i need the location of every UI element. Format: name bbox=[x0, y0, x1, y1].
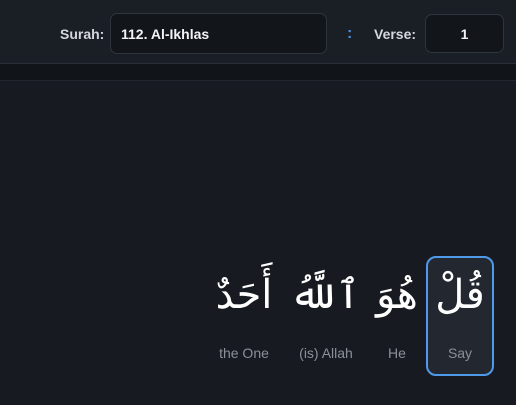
surah-verse-separator: : bbox=[347, 25, 353, 42]
word-card-say[interactable]: قُلْ Say bbox=[426, 256, 494, 376]
verse-input[interactable]: 1 bbox=[425, 14, 504, 53]
word-translation: He bbox=[388, 345, 406, 361]
page: Surah: 112. Al-Ikhlas : Verse: 1 قُلْ Sa… bbox=[0, 0, 516, 405]
verse-label: Verse: bbox=[374, 26, 417, 42]
word-translation: Say bbox=[447, 345, 473, 361]
word-arabic: ٱللَّهُ bbox=[289, 272, 360, 318]
word-arabic: أَحَدٌ bbox=[215, 272, 273, 318]
surah-select-value: 112. Al-Ikhlas bbox=[121, 25, 210, 42]
word-translation: (is) Allah bbox=[299, 345, 353, 361]
word-arabic: قُلْ bbox=[435, 272, 485, 318]
surah-label: Surah: bbox=[60, 26, 105, 42]
word-card-allah[interactable]: ٱللَّهُ (is) Allah bbox=[289, 256, 360, 376]
word-card-the-one[interactable]: أَحَدٌ the One bbox=[210, 256, 278, 376]
verse-input-value: 1 bbox=[460, 25, 469, 42]
surah-select[interactable]: 112. Al-Ikhlas bbox=[110, 13, 327, 54]
word-card-he[interactable]: هُوَ He bbox=[370, 256, 424, 376]
word-arabic: هُوَ bbox=[376, 272, 418, 318]
word-translation: the One bbox=[219, 345, 269, 361]
